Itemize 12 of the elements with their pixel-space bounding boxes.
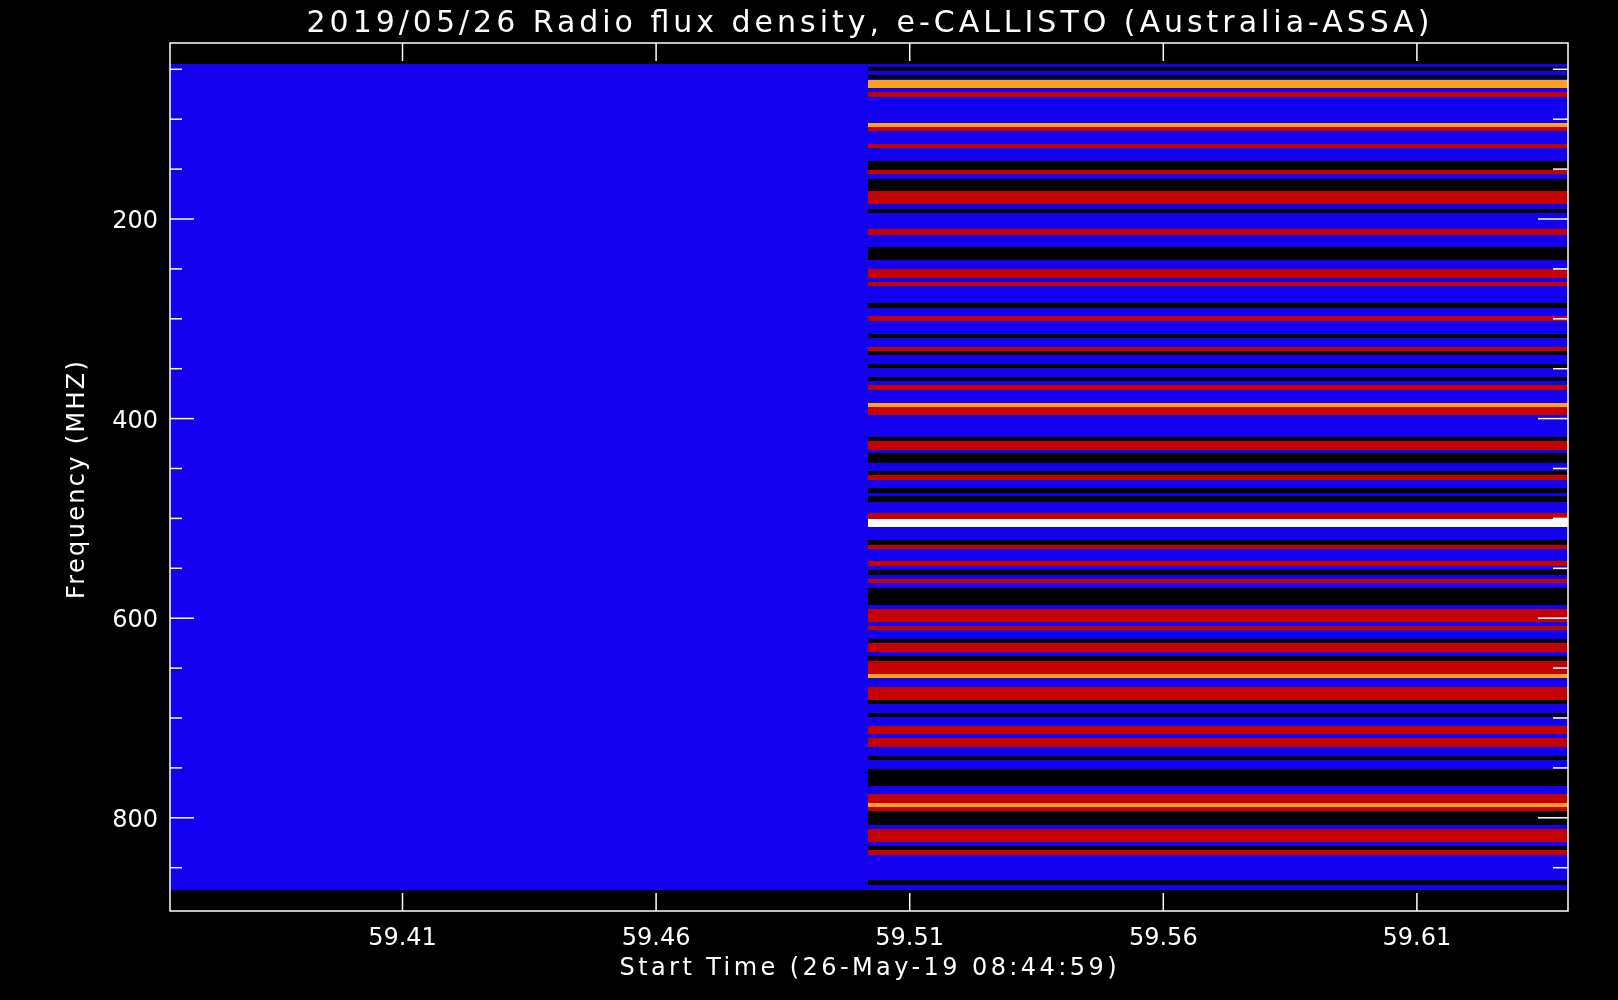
tick-label: 600 xyxy=(112,605,158,634)
tick-label: 800 xyxy=(112,804,158,833)
tick-label: 59.56 xyxy=(1128,923,1198,951)
tick-label: 59.41 xyxy=(368,923,437,951)
tick-label: 59.51 xyxy=(875,923,945,951)
axis-label: Start Time (26-May-19 08:44:59) xyxy=(619,953,1117,981)
axis-label: Frequency (MHZ) xyxy=(62,361,90,599)
tick-label: 200 xyxy=(112,206,158,234)
tick-label: 400 xyxy=(112,405,158,434)
chart-title: 2019/05/26 Radio flux density, e-CALLISTO (Australia-ASSA) xyxy=(306,4,1430,39)
tick-label: 59.46 xyxy=(621,923,691,951)
tick-label: 59.61 xyxy=(1382,923,1452,951)
